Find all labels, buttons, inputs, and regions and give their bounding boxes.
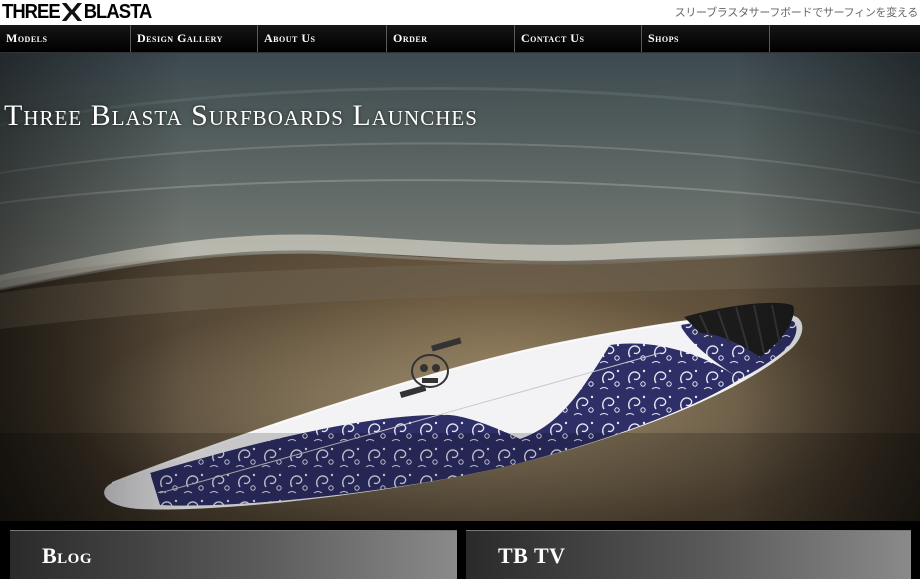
feature-boxes: Blog TB TV	[0, 521, 920, 579]
hero-title: Three Blasta Surfboards Launches	[4, 99, 478, 132]
nav-item-order[interactable]: Order	[387, 25, 515, 52]
logo-x-icon	[61, 3, 82, 21]
tb-tv-label: TB TV	[498, 543, 566, 568]
blog-box[interactable]: Blog	[10, 530, 457, 579]
page: THREE BLASTA スリーブラスタサーフボードでサーフィンを変える Mod…	[0, 0, 920, 579]
logo-text-right: BLASTA	[83, 0, 153, 23]
tagline: スリーブラスタサーフボードでサーフィンを変える	[674, 6, 919, 19]
nav-item-contact-us[interactable]: Contact Us	[515, 25, 642, 52]
nav-item-design-gallery[interactable]: Design Gallery	[131, 25, 258, 52]
site-logo[interactable]: THREE BLASTA	[2, 0, 153, 23]
nav-item-models[interactable]: Models	[0, 25, 131, 52]
header: THREE BLASTA スリーブラスタサーフボードでサーフィンを変える	[0, 0, 920, 25]
nav-item-about-us[interactable]: About Us	[258, 25, 387, 52]
hero-banner[interactable]: Three Blasta Surfboards Launches	[0, 53, 920, 521]
main-nav: Models Design Gallery About Us Order Con…	[0, 25, 920, 53]
blog-label: Blog	[42, 543, 93, 568]
logo-text-left: THREE	[2, 0, 61, 23]
nav-item-shops[interactable]: Shops	[642, 25, 770, 52]
tb-tv-box[interactable]: TB TV	[466, 530, 911, 579]
